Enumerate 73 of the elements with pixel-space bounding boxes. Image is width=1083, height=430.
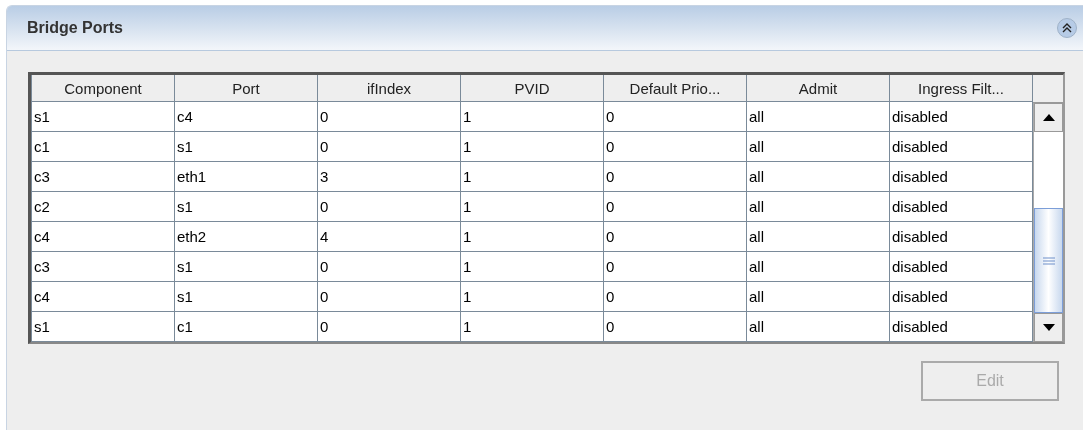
table-cell: disabled: [889, 131, 1033, 162]
table-cell: s1: [174, 191, 318, 222]
table-cell: 0: [317, 311, 461, 342]
table-cell: c2: [31, 191, 175, 222]
double-chevron-up-icon: [1062, 23, 1072, 33]
table-cell: all: [746, 251, 890, 282]
table-cell: disabled: [889, 161, 1033, 192]
table-cell: disabled: [889, 221, 1033, 252]
table-cell: 0: [603, 101, 747, 132]
table-cell: 0: [603, 311, 747, 342]
table-cell: 0: [317, 191, 461, 222]
table-cell: 0: [317, 251, 461, 282]
grip-icon: [1042, 256, 1055, 265]
table-cell: c3: [31, 251, 175, 282]
table-cell: 0: [603, 251, 747, 282]
table-cell: all: [746, 281, 890, 312]
table-cell: s1: [174, 251, 318, 282]
table-cell: s1: [31, 101, 175, 132]
table-cell: all: [746, 101, 890, 132]
table-cell: disabled: [889, 281, 1033, 312]
table-cell: 0: [603, 221, 747, 252]
table-cell: 1: [460, 311, 604, 342]
table-cell: 1: [460, 281, 604, 312]
table-cell: c4: [174, 101, 318, 132]
table-cell: all: [746, 311, 890, 342]
scroll-down-button[interactable]: [1034, 313, 1063, 342]
column-header[interactable]: ifIndex: [317, 75, 461, 102]
scrollbar[interactable]: [1033, 103, 1063, 342]
table-cell: disabled: [889, 251, 1033, 282]
table-cell: disabled: [889, 191, 1033, 222]
table-cell: 3: [317, 161, 461, 192]
table-cell: 1: [460, 131, 604, 162]
table-cell: 1: [460, 161, 604, 192]
panel-title: Bridge Ports: [27, 19, 123, 37]
table-cell: eth2: [174, 221, 318, 252]
column-header[interactable]: Port: [174, 75, 318, 102]
table-cell: c1: [174, 311, 318, 342]
table-cell: 0: [603, 281, 747, 312]
column-header[interactable]: PVID: [460, 75, 604, 102]
table-cell: s1: [174, 131, 318, 162]
table-cell: disabled: [889, 311, 1033, 342]
table-cell: s1: [174, 281, 318, 312]
table-cell: 0: [603, 191, 747, 222]
table-cell: 0: [317, 131, 461, 162]
table-cell: 0: [317, 101, 461, 132]
table-cell: 1: [460, 251, 604, 282]
table-cell: eth1: [174, 161, 318, 192]
up-arrow-icon: [1042, 114, 1055, 121]
table-cell: disabled: [889, 101, 1033, 132]
column-header[interactable]: Admit: [746, 75, 890, 102]
column-header[interactable]: Component: [31, 75, 175, 102]
table-cell: c4: [31, 281, 175, 312]
scroll-up-button[interactable]: [1034, 103, 1063, 132]
table-cell: all: [746, 191, 890, 222]
table-cell: 0: [317, 281, 461, 312]
column-header[interactable]: Ingress Filt...: [889, 75, 1033, 102]
table-cell: all: [746, 221, 890, 252]
collapse-button[interactable]: [1057, 18, 1077, 38]
table-cell: 1: [460, 221, 604, 252]
table-cell: 1: [460, 191, 604, 222]
down-arrow-icon: [1042, 324, 1055, 331]
column-header[interactable]: Default Prio...: [603, 75, 747, 102]
table-cell: c4: [31, 221, 175, 252]
table-cell: 1: [460, 101, 604, 132]
table-cell: s1: [31, 311, 175, 342]
table-cell: 4: [317, 221, 461, 252]
table-cell: c1: [31, 131, 175, 162]
table-cell: all: [746, 131, 890, 162]
table-cell: 0: [603, 161, 747, 192]
table-cell: c3: [31, 161, 175, 192]
scroll-thumb[interactable]: [1034, 208, 1063, 313]
table-cell: 0: [603, 131, 747, 162]
table-cell: all: [746, 161, 890, 192]
